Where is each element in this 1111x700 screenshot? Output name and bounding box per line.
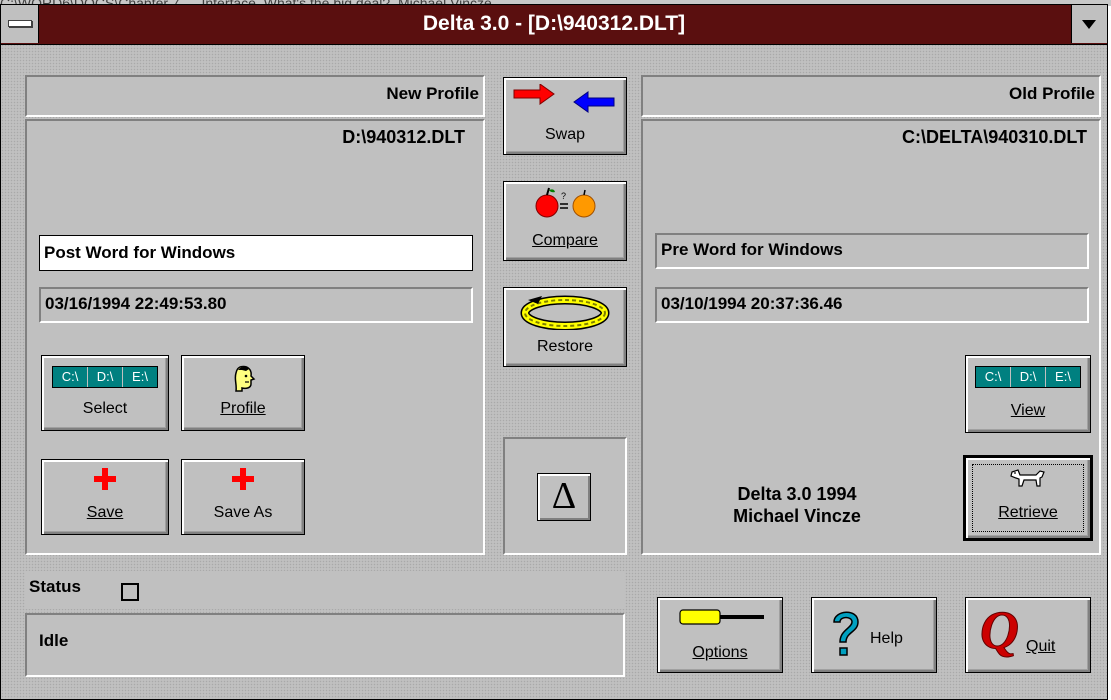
status-indicator-checkbox[interactable] — [121, 583, 139, 601]
status-label-area: Status — [25, 571, 625, 609]
drive-selector-icon: C:\ D:\ E:\ — [52, 366, 158, 388]
old-profile-path: C:\DELTA\940310.DLT — [901, 127, 1087, 147]
view-button-label: View — [1010, 402, 1046, 419]
dog-icon — [1010, 469, 1045, 487]
window-dropdown-button[interactable] — [1071, 5, 1107, 43]
new-profile-path: D:\940312.DLT — [342, 127, 465, 147]
swap-button[interactable]: Swap — [503, 77, 627, 155]
new-profile-header-panel: New Profile — [25, 75, 485, 117]
new-profile-timestamp: 03/16/1994 22:49:53.80 — [39, 287, 473, 323]
help-button-label: Help — [870, 630, 903, 647]
quit-button-label: Quit — [1026, 638, 1056, 655]
screwdriver-icon — [679, 609, 764, 625]
red-cross-icon — [232, 468, 254, 490]
old-profile-description: Pre Word for Windows — [655, 233, 1089, 269]
old-profile-header-panel: Old Profile — [641, 75, 1101, 117]
apple-orange-icon: ? — [535, 187, 596, 218]
select-drive-button[interactable]: C:\ D:\ E:\ Select — [41, 355, 169, 431]
delta-logo-panel: Δ — [503, 437, 627, 555]
retrieve-button-label: Retrieve — [998, 504, 1058, 521]
compare-button-label: Compare — [532, 232, 598, 249]
save-as-button-label: Save As — [213, 504, 273, 521]
swap-arrows-icon — [513, 84, 615, 113]
app-window: Delta 3.0 - [D:\940312.DLT] New Profile … — [0, 4, 1108, 700]
save-button-label: Save — [86, 504, 124, 521]
status-label: Status — [29, 577, 81, 596]
chevron-down-icon — [1082, 20, 1096, 29]
save-button[interactable]: Save — [41, 459, 169, 535]
old-profile-panel: C:\DELTA\940310.DLT Pre Word for Windows… — [641, 119, 1101, 555]
options-button[interactable]: Options — [657, 597, 783, 673]
drive-selector-icon: C:\ D:\ E:\ — [975, 366, 1081, 388]
app-credits: Delta 3.0 1994 Michael Vincze — [687, 483, 907, 527]
drive-d-label: D:\ — [88, 367, 123, 387]
red-cross-icon — [94, 468, 116, 490]
profile-button[interactable]: Profile — [181, 355, 305, 431]
save-as-button[interactable]: Save As — [181, 459, 305, 535]
restore-button-label: Restore — [536, 338, 594, 355]
status-panel: Idle — [25, 613, 625, 677]
old-profile-timestamp: 03/10/1994 20:37:36.46 — [655, 287, 1089, 323]
drive-c-label: C:\ — [976, 367, 1011, 387]
face-profile-icon — [234, 365, 256, 392]
window-title: Delta 3.0 - [D:\940312.DLT] — [422, 12, 686, 35]
status-value: Idle — [39, 631, 69, 650]
svg-text:Q: Q — [980, 604, 1019, 660]
retrieve-button[interactable]: Retrieve — [963, 455, 1093, 541]
restore-ring-icon — [520, 295, 610, 330]
new-profile-description-input[interactable]: Post Word for Windows — [39, 235, 473, 271]
new-profile-panel: D:\940312.DLT Post Word for Windows 03/1… — [25, 119, 485, 555]
credits-author: Michael Vincze — [733, 506, 861, 526]
delta-logo-symbol: Δ — [551, 475, 577, 517]
question-mark-icon — [833, 611, 859, 656]
new-profile-header: New Profile — [386, 84, 479, 103]
credits-version-year: Delta 3.0 1994 — [737, 484, 857, 504]
swap-button-label: Swap — [544, 126, 586, 143]
old-profile-header: Old Profile — [1009, 84, 1095, 103]
title-bar: Delta 3.0 - [D:\940312.DLT] — [1, 5, 1107, 45]
delta-logo-frame: Δ — [537, 473, 591, 521]
drive-e-label: E:\ — [132, 369, 148, 384]
view-button[interactable]: C:\ D:\ E:\ View — [965, 355, 1091, 433]
system-menu-icon — [8, 20, 32, 27]
drive-e-label: E:\ — [1055, 369, 1071, 384]
compare-button[interactable]: ? Compare — [503, 181, 627, 261]
drive-d-label: D:\ — [1011, 367, 1046, 387]
select-button-label: Select — [82, 400, 128, 417]
drive-c-label: C:\ — [53, 367, 88, 387]
svg-text:?: ? — [561, 191, 566, 201]
quit-button[interactable]: Q Quit — [965, 597, 1091, 673]
options-button-label: Options — [692, 644, 748, 661]
profile-button-label: Profile — [220, 400, 266, 417]
restore-button[interactable]: Restore — [503, 287, 627, 367]
help-button[interactable]: Help — [811, 597, 937, 673]
quit-q-icon: Q — [980, 604, 1020, 660]
system-menu-button[interactable] — [1, 5, 39, 43]
